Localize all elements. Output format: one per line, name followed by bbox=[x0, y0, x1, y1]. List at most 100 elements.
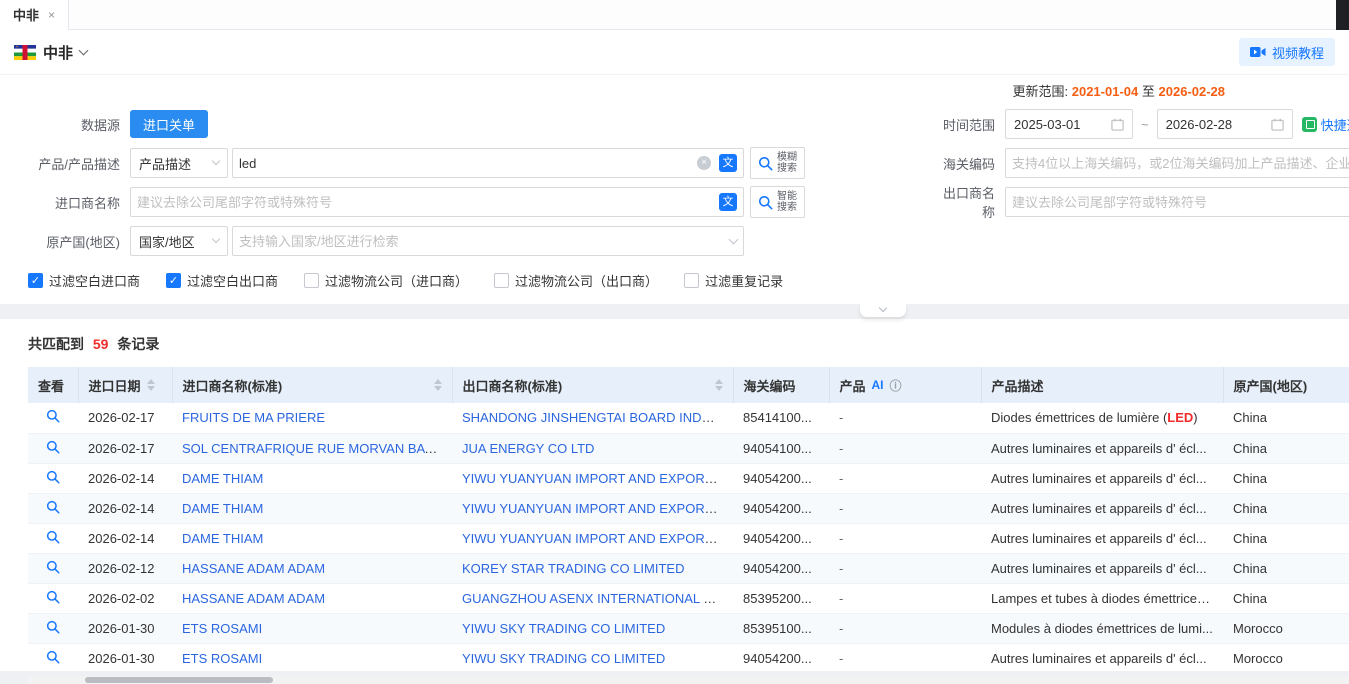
origin-type-select[interactable]: 国家/地区 bbox=[130, 226, 228, 256]
checkbox[interactable]: ✓ bbox=[28, 273, 43, 288]
data-source-label: 数据源 bbox=[0, 115, 130, 134]
exporter-link[interactable]: GUANGZHOU ASENX INTERNATIONAL CO ... bbox=[462, 591, 733, 606]
view-magnifier-icon[interactable] bbox=[46, 470, 60, 484]
sort-icon[interactable] bbox=[715, 379, 723, 391]
translate-icon[interactable]: 文 bbox=[719, 193, 737, 211]
scrollbar-thumb[interactable] bbox=[85, 677, 273, 683]
exporter-link[interactable]: SHANDONG JINSHENGTAI BOARD INDUST... bbox=[462, 410, 733, 425]
collapse-panel-toggle[interactable] bbox=[860, 304, 906, 317]
importer-cell: SOL CENTRAFRIQUE RUE MORVAN BAT OF... bbox=[172, 433, 452, 463]
importer-cell: DAME THIAM bbox=[172, 463, 452, 493]
tab-central-africa[interactable]: 中非 × bbox=[0, 0, 69, 30]
hs-code-input-wrap bbox=[1005, 148, 1349, 178]
col-importer[interactable]: 进口商名称(标准) bbox=[172, 367, 452, 403]
col-exporter[interactable]: 出口商名称(标准) bbox=[452, 367, 733, 403]
product-cell: - bbox=[829, 493, 981, 523]
product-type-select[interactable]: 产品描述 bbox=[130, 148, 228, 178]
importer-link[interactable]: DAME THIAM bbox=[182, 471, 263, 486]
importer-link[interactable]: ETS ROSAMI bbox=[182, 651, 262, 666]
filter-checkbox-item[interactable]: ✓ 过滤空白进口商 bbox=[28, 271, 140, 290]
update-range-label: 更新范围: bbox=[1012, 84, 1068, 99]
filter-checkbox-item[interactable]: ✓ 过滤空白出口商 bbox=[166, 271, 278, 290]
exporter-link[interactable]: YIWU SKY TRADING CO LIMITED bbox=[462, 651, 665, 666]
product-cell: - bbox=[829, 613, 981, 643]
chevron-down-icon bbox=[729, 234, 739, 244]
sort-icon[interactable] bbox=[147, 379, 155, 391]
hs-code-input[interactable] bbox=[1012, 150, 1349, 176]
importer-link[interactable]: FRUITS DE MA PRIERE bbox=[182, 410, 325, 425]
video-tutorial-button[interactable]: 视频教程 bbox=[1239, 38, 1335, 66]
view-cell[interactable] bbox=[28, 493, 78, 523]
clear-icon[interactable]: × bbox=[697, 156, 711, 170]
filter-checkbox-item[interactable]: 过滤物流公司（进口商） bbox=[304, 271, 468, 290]
importer-link[interactable]: SOL CENTRAFRIQUE RUE MORVAN BAT OF... bbox=[182, 441, 452, 456]
view-magnifier-icon[interactable] bbox=[46, 620, 60, 634]
exporter-name-input[interactable] bbox=[1012, 189, 1349, 215]
update-range-from: 2021-01-04 bbox=[1072, 84, 1139, 99]
view-magnifier-icon[interactable] bbox=[46, 650, 60, 664]
exporter-input-wrap bbox=[1005, 187, 1349, 217]
import-date-cell: 2026-02-17 bbox=[78, 433, 172, 463]
filter-checkbox-item[interactable]: 过滤物流公司（出口商） bbox=[494, 271, 658, 290]
translate-icon[interactable]: 文 bbox=[719, 154, 737, 172]
view-magnifier-icon[interactable] bbox=[46, 500, 60, 514]
table-row: 2026-02-17 SOL CENTRAFRIQUE RUE MORVAN B… bbox=[28, 433, 1349, 463]
exporter-link[interactable]: KOREY STAR TRADING CO LIMITED bbox=[462, 561, 684, 576]
filter-checkbox-item[interactable]: 过滤重复记录 bbox=[684, 271, 783, 290]
importer-link[interactable]: ETS ROSAMI bbox=[182, 621, 262, 636]
view-cell[interactable] bbox=[28, 523, 78, 553]
exporter-cell: GUANGZHOU ASENX INTERNATIONAL CO ... bbox=[452, 583, 733, 613]
fuzzy-search-button[interactable]: 模糊 搜索 bbox=[750, 147, 805, 179]
quick-select-link[interactable]: 快捷选择 bbox=[1302, 115, 1349, 134]
origin-cell: Morocco bbox=[1223, 643, 1349, 671]
importer-link[interactable]: HASSANE ADAM ADAM bbox=[182, 591, 325, 606]
info-icon[interactable]: ⓘ bbox=[890, 377, 902, 394]
sort-icon[interactable] bbox=[434, 379, 442, 391]
data-source-import-declaration-button[interactable]: 进口关单 bbox=[130, 110, 208, 138]
exporter-link[interactable]: YIWU YUANYUAN IMPORT AND EXPORT C... bbox=[462, 471, 733, 486]
view-cell[interactable] bbox=[28, 463, 78, 493]
view-magnifier-icon[interactable] bbox=[46, 560, 60, 574]
horizontal-scrollbar[interactable] bbox=[28, 676, 1349, 684]
view-cell[interactable] bbox=[28, 433, 78, 463]
importer-link[interactable]: DAME THIAM bbox=[182, 531, 263, 546]
origin-cell: China bbox=[1223, 523, 1349, 553]
product-search-input[interactable] bbox=[239, 150, 693, 176]
exporter-link[interactable]: JUA ENERGY CO LTD bbox=[462, 441, 594, 456]
update-range: 更新范围: 2021-01-04 至 2026-02-28 bbox=[0, 83, 1349, 101]
view-magnifier-icon[interactable] bbox=[46, 440, 60, 454]
view-cell[interactable] bbox=[28, 403, 78, 433]
view-cell[interactable] bbox=[28, 613, 78, 643]
view-cell[interactable] bbox=[28, 553, 78, 583]
smart-search-button[interactable]: 智能 搜索 bbox=[750, 186, 805, 218]
end-date-input[interactable]: 2026-02-28 bbox=[1157, 109, 1293, 139]
col-import-date[interactable]: 进口日期 bbox=[78, 367, 172, 403]
start-date-input[interactable]: 2025-03-01 bbox=[1005, 109, 1133, 139]
view-magnifier-icon[interactable] bbox=[46, 590, 60, 604]
exporter-link[interactable]: YIWU SKY TRADING CO LIMITED bbox=[462, 621, 665, 636]
view-cell[interactable] bbox=[28, 583, 78, 613]
checkbox[interactable] bbox=[684, 273, 699, 288]
tab-close-icon[interactable]: × bbox=[48, 8, 55, 22]
importer-name-input[interactable] bbox=[137, 189, 715, 215]
product-desc-cell: Lampes et tubes à diodes émettrices... bbox=[981, 583, 1223, 613]
checkbox[interactable] bbox=[494, 273, 509, 288]
table-row: 2026-02-14 DAME THIAM YIWU YUANYUAN IMPO… bbox=[28, 463, 1349, 493]
checkbox[interactable] bbox=[304, 273, 319, 288]
product-cell: - bbox=[829, 643, 981, 671]
calendar-icon bbox=[1271, 118, 1284, 131]
country-selector[interactable]: 中非 bbox=[14, 42, 87, 63]
chevron-down-icon bbox=[879, 304, 887, 312]
checkbox[interactable]: ✓ bbox=[166, 273, 181, 288]
exporter-link[interactable]: YIWU YUANYUAN IMPORT AND EXPORT C... bbox=[462, 531, 733, 546]
view-magnifier-icon[interactable] bbox=[46, 409, 60, 423]
view-magnifier-icon[interactable] bbox=[46, 530, 60, 544]
importer-link[interactable]: HASSANE ADAM ADAM bbox=[182, 561, 325, 576]
tab-label: 中非 bbox=[13, 5, 39, 24]
col-hs-code: 海关编码 bbox=[733, 367, 829, 403]
filter-label: 过滤空白出口商 bbox=[187, 271, 278, 290]
view-cell[interactable] bbox=[28, 643, 78, 671]
origin-country-input[interactable] bbox=[239, 228, 730, 254]
exporter-link[interactable]: YIWU YUANYUAN IMPORT AND EXPORT C... bbox=[462, 501, 733, 516]
importer-link[interactable]: DAME THIAM bbox=[182, 501, 263, 516]
